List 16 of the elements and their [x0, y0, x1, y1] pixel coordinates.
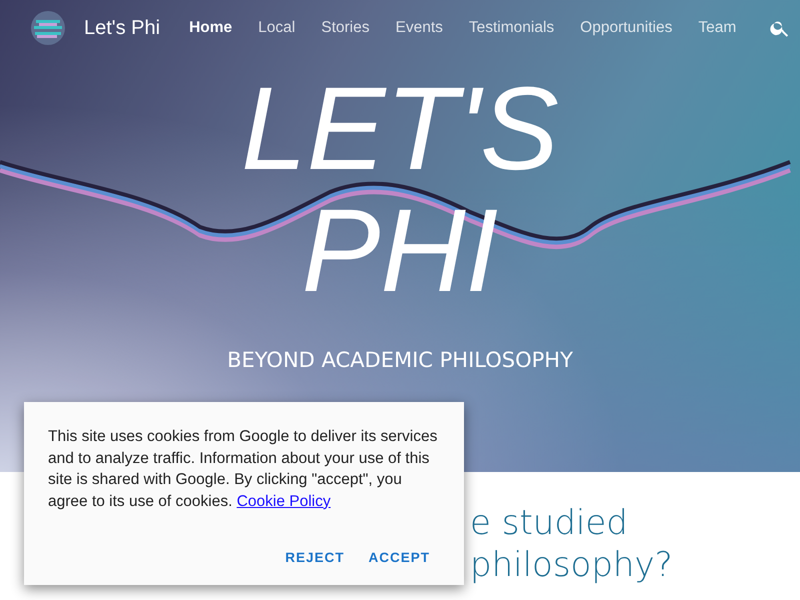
hero-title: LET'S PHI — [240, 68, 560, 312]
accept-button[interactable]: ACCEPT — [358, 542, 440, 573]
logo-icon[interactable] — [30, 10, 66, 46]
site-title[interactable]: Let's Phi — [84, 16, 160, 40]
section-heading: e studied philosophy? — [470, 502, 674, 586]
nav-tab[interactable]: Local — [245, 19, 308, 37]
cookie-message: This site uses cookies from Google to deliver its services and to analyze traffic. Information about your use of this site is shared with Google. By clicking "accept", you agree to its use of cookies. Cookie Policy — [48, 427, 438, 512]
nav-tab[interactable]: Home — [176, 19, 246, 37]
nav-tab[interactable]: Opportunities — [567, 19, 686, 37]
cookie-policy-link[interactable]: Cookie Policy — [236, 492, 331, 510]
nav-tab[interactable]: Testimonials — [456, 19, 568, 37]
nav-tab[interactable]: Stories — [308, 19, 382, 37]
reject-button[interactable]: REJECT — [275, 542, 354, 573]
hero-subtitle: BEYOND ACADEMIC PHILOSOPHY — [227, 348, 573, 372]
nav-tab[interactable]: Events — [382, 19, 456, 37]
nav-tab[interactable]: Team — [685, 19, 750, 37]
